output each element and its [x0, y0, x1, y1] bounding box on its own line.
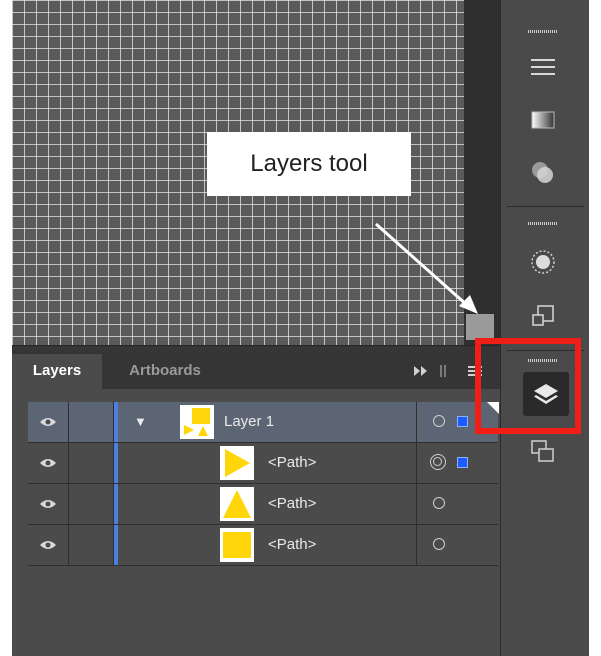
layer-thumbnail	[180, 405, 214, 439]
path-thumbnail	[220, 446, 254, 480]
triangle-up-shape	[223, 490, 251, 518]
path-name[interactable]: <Path>	[268, 536, 316, 553]
layer-row[interactable]: ▼ Layer 1	[28, 402, 499, 443]
lock-toggle[interactable]	[69, 484, 114, 524]
eye-icon	[40, 541, 56, 549]
panel-tab-bar: Layers Artboards	[12, 346, 500, 389]
scrollbar-thumb[interactable]	[466, 314, 494, 340]
layer-name[interactable]: Layer 1	[224, 413, 274, 430]
path-row[interactable]: <Path>	[28, 484, 498, 525]
target-column[interactable]	[416, 484, 499, 524]
panel-dock	[500, 0, 589, 656]
visibility-toggle[interactable]	[28, 443, 69, 483]
visibility-toggle[interactable]	[28, 484, 69, 524]
path-row[interactable]: <Path>	[28, 525, 498, 566]
tab-layers[interactable]: Layers	[12, 354, 102, 389]
highlight-box	[475, 338, 581, 434]
stroke-panel-icon[interactable]	[521, 48, 565, 88]
layers-list: ▼ Layer 1 <Path> <Path> <Path>	[28, 402, 499, 566]
target-circle-icon[interactable]	[433, 415, 445, 427]
triangle-right-shape	[225, 449, 250, 477]
target-column[interactable]	[416, 443, 499, 483]
path-name[interactable]: <Path>	[268, 454, 316, 471]
layers-panel: Layers Artboards ▼ Layer 1 <Path> <Path>…	[12, 345, 500, 656]
dock-divider	[507, 206, 584, 207]
target-column[interactable]	[416, 525, 499, 565]
selection-indicator[interactable]	[457, 457, 468, 468]
square-shape	[223, 532, 251, 558]
path-thumbnail	[220, 487, 254, 521]
target-circle-icon[interactable]	[430, 454, 446, 470]
transform-panel-icon[interactable]	[521, 296, 565, 336]
dock-grip[interactable]	[528, 30, 558, 33]
lock-toggle[interactable]	[69, 525, 114, 565]
dock-grip[interactable]	[528, 222, 558, 225]
path-row[interactable]: <Path>	[28, 443, 498, 484]
transparency-panel-icon[interactable]	[521, 152, 565, 192]
callout-label: Layers tool	[207, 132, 411, 196]
eye-icon	[40, 500, 56, 508]
appearance-panel-icon[interactable]	[521, 242, 565, 282]
eye-icon	[40, 459, 56, 467]
tab-artboards[interactable]: Artboards	[105, 354, 225, 389]
layer-color-bar	[114, 525, 118, 565]
expand-triangle-icon[interactable]: ▼	[134, 414, 147, 429]
visibility-toggle[interactable]	[28, 402, 69, 442]
layer-color-bar	[114, 484, 118, 524]
vertical-scrollbar[interactable]	[464, 0, 500, 345]
path-name[interactable]: <Path>	[268, 495, 316, 512]
path-thumbnail	[220, 528, 254, 562]
gradient-panel-icon[interactable]	[521, 100, 565, 140]
eye-icon	[40, 418, 56, 426]
visibility-toggle[interactable]	[28, 525, 69, 565]
layer-color-bar	[114, 402, 118, 442]
lock-toggle[interactable]	[69, 402, 114, 442]
illustrator-window: Layers Artboards ▼ Layer 1 <Path> <Path>…	[12, 0, 589, 656]
selection-indicator[interactable]	[457, 416, 468, 427]
lock-toggle[interactable]	[69, 443, 114, 483]
artboards-panel-icon[interactable]	[521, 432, 565, 472]
target-circle-icon[interactable]	[433, 538, 445, 550]
layer-color-bar	[114, 443, 118, 483]
target-circle-icon[interactable]	[433, 497, 445, 509]
